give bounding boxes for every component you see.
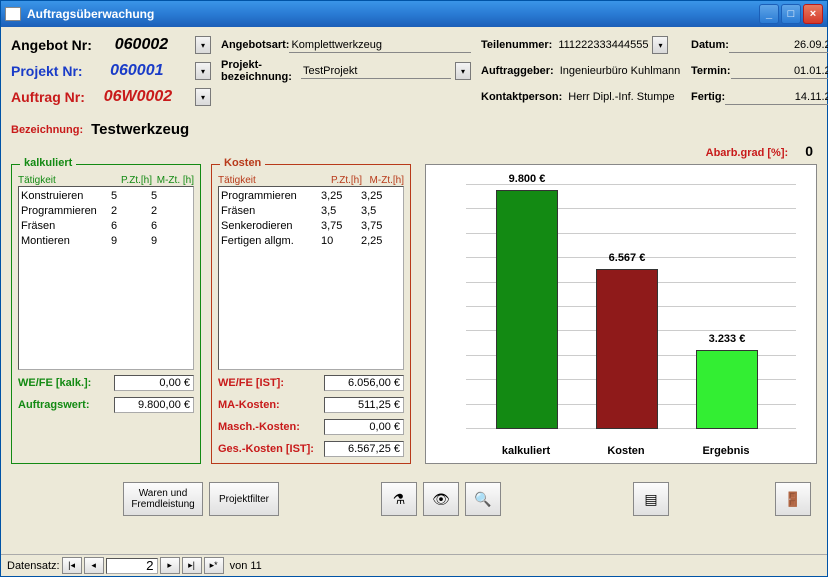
minimize-button[interactable]: _	[759, 4, 779, 24]
projektfilter-button[interactable]: Projektfilter	[209, 482, 279, 516]
exit-button[interactable]: 🚪	[775, 482, 811, 516]
fertig-value[interactable]: 14.11.2006	[725, 90, 828, 105]
maximize-button[interactable]: □	[781, 4, 801, 24]
table-row[interactable]: Konstruieren55	[21, 189, 191, 204]
zoom-button[interactable]: 🔍	[465, 482, 501, 516]
wefe-ist-label: WE/FE [IST]:	[218, 377, 324, 389]
teilenr-label: Teilenummer:	[481, 39, 552, 51]
magnifier-icon: 🔍	[474, 491, 491, 508]
angebotsart-label: Angebotsart:	[221, 39, 289, 51]
table-row[interactable]: Programmieren22	[21, 204, 191, 219]
projekt-dropdown[interactable]: ▾	[195, 62, 211, 80]
ma-kosten-value: 511,25 €	[324, 397, 404, 413]
ges-kosten-value: 6.567,25 €	[324, 441, 404, 457]
chart-bar: 3.233 €	[696, 350, 758, 429]
angebot-label: Angebot Nr:	[11, 37, 92, 53]
teilenr-dropdown[interactable]: ▾	[652, 36, 668, 54]
form-icon	[5, 7, 21, 21]
close-button[interactable]: ×	[803, 4, 823, 24]
auftragswert-value: 9.800,00 €	[114, 397, 194, 413]
filter-off-button[interactable]: ⚗	[381, 482, 417, 516]
kalkuliert-legend: kalkuliert	[20, 157, 76, 169]
auftraggeber-label: Auftraggeber:	[481, 65, 554, 77]
ges-kosten-label: Ges.-Kosten [IST]:	[218, 443, 324, 455]
chart-axis-label: kalkuliert	[486, 445, 566, 457]
auftrag-dropdown[interactable]: ▾	[195, 88, 211, 106]
table-row[interactable]: Fertigen allgm.102,25	[221, 234, 401, 249]
projekt-value: 060001	[83, 62, 191, 80]
wefe-kalk-value: 0,00 €	[114, 375, 194, 391]
nav-next-button[interactable]: ▸	[160, 557, 180, 574]
kontakt-value: Herr Dipl.-Inf. Stumpe	[568, 91, 674, 103]
termin-label: Termin:	[691, 65, 731, 77]
nav-current-input[interactable]	[106, 558, 158, 574]
bezeichnung-value: Testwerkzeug	[91, 121, 189, 138]
kosten-table[interactable]: Programmieren3,253,25Fräsen3,53,5Senkero…	[218, 186, 404, 370]
masch-kosten-label: Masch.-Kosten:	[218, 421, 324, 433]
waren-button[interactable]: Waren und Fremdleistung	[123, 482, 203, 516]
kalkuliert-table[interactable]: Konstruieren55Programmieren22Fräsen66Mon…	[18, 186, 194, 370]
angebotsart-value[interactable]: Komplettwerkzeug	[289, 38, 471, 53]
kost-col1: Tätigkeit	[218, 175, 320, 186]
nav-first-button[interactable]: |◂	[62, 557, 82, 574]
abarb-value: 0	[805, 143, 813, 159]
kalk-col3: M-Zt. [h]	[152, 175, 194, 186]
termin-value[interactable]: 01.01.2004	[731, 64, 828, 79]
projektbez-value[interactable]: TestProjekt	[301, 64, 451, 79]
report-icon: ▤	[644, 491, 657, 508]
kosten-legend: Kosten	[220, 157, 265, 169]
nav-prev-button[interactable]: ◂	[84, 557, 104, 574]
binoculars-icon: 👁	[432, 491, 450, 508]
nav-count: von 11	[230, 560, 262, 572]
projekt-label: Projekt Nr:	[11, 63, 83, 79]
chart-axis-label: Ergebnis	[686, 445, 766, 457]
kosten-panel: Kosten Tätigkeit P.Zt.[h] M-Zt.[h] Progr…	[211, 164, 411, 464]
table-row[interactable]: Fräsen3,53,5	[221, 204, 401, 219]
angebot-dropdown[interactable]: ▾	[195, 36, 211, 54]
datum-label: Datum:	[691, 39, 729, 51]
projektbez-label: Projekt-bezeichnung:	[221, 59, 301, 83]
teilenr-value: 111222333444555	[558, 39, 648, 51]
chart-bar: 6.567 €	[596, 269, 658, 429]
nav-new-button[interactable]: ▸*	[204, 557, 224, 574]
projektbez-dropdown[interactable]: ▾	[455, 62, 471, 80]
bezeichnung-label: Bezeichnung:	[11, 124, 83, 136]
window-title: Auftragsüberwachung	[27, 7, 759, 21]
table-row[interactable]: Senkerodieren3,753,75	[221, 219, 401, 234]
chart-axis-label: Kosten	[586, 445, 666, 457]
binoculars-button[interactable]: 👁	[423, 482, 459, 516]
report-button[interactable]: ▤	[633, 482, 669, 516]
wefe-ist-value: 6.056,00 €	[324, 375, 404, 391]
table-row[interactable]: Montieren99	[21, 234, 191, 249]
ma-kosten-label: MA-Kosten:	[218, 399, 324, 411]
kost-col3: M-Zt.[h]	[362, 175, 404, 186]
chart-bar: 9.800 €	[496, 190, 558, 429]
filter-off-icon: ⚗	[393, 491, 406, 508]
kost-col2: P.Zt.[h]	[320, 175, 362, 186]
auftrag-value: 06W0002	[85, 88, 191, 106]
table-row[interactable]: Fräsen66	[21, 219, 191, 234]
abarb-label: Abarb.grad [%]:	[706, 147, 789, 159]
wefe-kalk-label: WE/FE [kalk.]:	[18, 377, 114, 389]
datum-value[interactable]: 26.09.2006	[729, 38, 828, 53]
nav-last-button[interactable]: ▸|	[182, 557, 202, 574]
kalk-col2: P.Zt.[h]	[110, 175, 152, 186]
auftraggeber-value: Ingenieurbüro Kuhlmann	[560, 65, 680, 77]
angebot-value: 060002	[92, 36, 191, 54]
chart-panel: 9.800 € 6.567 € 3.233 € kalkuliert Kosten Er…	[425, 164, 817, 464]
door-exit-icon: 🚪	[784, 491, 801, 508]
kontakt-label: Kontaktperson:	[481, 91, 562, 103]
auftragswert-label: Auftragswert:	[18, 399, 114, 411]
auftrag-label: Auftrag Nr:	[11, 89, 85, 105]
datensatz-label: Datensatz:	[7, 560, 60, 572]
fertig-label: Fertig:	[691, 91, 725, 103]
table-row[interactable]: Programmieren3,253,25	[221, 189, 401, 204]
kalk-col1: Tätigkeit	[18, 175, 110, 186]
kalkuliert-panel: kalkuliert Tätigkeit P.Zt.[h] M-Zt. [h] …	[11, 164, 201, 464]
masch-kosten-value: 0,00 €	[324, 419, 404, 435]
